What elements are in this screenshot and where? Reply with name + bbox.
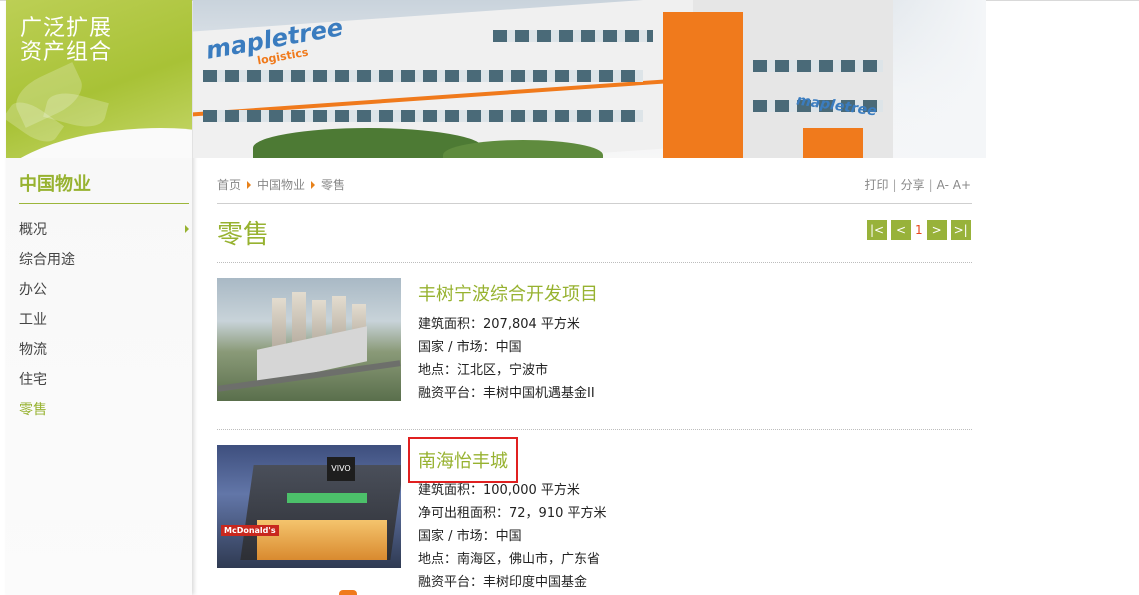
breadcrumb-china-property[interactable]: 中国物业	[257, 178, 305, 192]
detail-location: 地点：江北区，宁波市	[418, 363, 549, 378]
sidebar-item-label: 住宅	[19, 372, 47, 388]
next-thumbnail-peek	[339, 590, 357, 595]
detail-country: 国家 / 市场：中国	[418, 340, 522, 355]
sidebar-item-label: 工业	[19, 312, 47, 328]
header-divider	[217, 203, 972, 204]
breadcrumb-current: 零售	[321, 178, 346, 192]
property-thumbnail[interactable]	[217, 278, 401, 401]
sidebar-item-mixed-use[interactable]: 综合用途	[19, 249, 191, 279]
breadcrumb: 首页 中国物业 零售	[217, 176, 345, 193]
sidebar: 广泛扩展 资产组合 中国物业 概况 综合用途 办公 工业 物流 住宅 零售	[6, 0, 192, 595]
mcdonalds-sign: McDonald's	[221, 525, 279, 536]
last-page-button[interactable]: >|	[950, 219, 971, 240]
detail-gross-floor-area: 建筑面积：207,804 平方米	[418, 317, 580, 332]
detail-platform: 融资平台：丰树中国机遇基金II	[418, 386, 595, 401]
section-divider	[217, 262, 972, 263]
sidebar-item-residential[interactable]: 住宅	[19, 369, 191, 399]
breadcrumb-arrow-icon	[311, 180, 316, 189]
current-page-number: 1	[915, 222, 923, 237]
print-link[interactable]: 打印	[865, 178, 889, 192]
breadcrumb-arrow-icon	[247, 180, 252, 189]
sidebar-item-label: 物流	[19, 342, 47, 358]
first-page-button[interactable]: |<	[867, 219, 887, 240]
window-row	[203, 110, 643, 122]
neon-sign	[287, 493, 367, 503]
sidebar-item-overview[interactable]: 概况	[19, 219, 191, 249]
sidebar-item-label: 综合用途	[19, 252, 75, 268]
sidebar-item-label: 零售	[19, 402, 47, 418]
sidebar-divider	[19, 203, 189, 204]
tower	[272, 298, 286, 348]
sidebar-item-retail[interactable]: 零售	[19, 399, 191, 429]
property-thumbnail[interactable]: VIVO McDonald's	[217, 445, 401, 568]
divider: |	[892, 178, 897, 192]
window-row	[753, 60, 883, 72]
detail-net-lettable-area: 净可出租面积：72，910 平方米	[418, 506, 607, 521]
caret-right-icon	[185, 225, 189, 233]
divider: |	[928, 178, 933, 192]
pagination: |< < 1 > >|	[867, 219, 975, 240]
detail-gross-floor-area: 建筑面积：100,000 平方米	[418, 483, 580, 498]
detail-platform: 融资平台：丰树印度中国基金	[418, 575, 588, 590]
property-details: 建筑面积：100,000 平方米 净可出租面积：72，910 平方米 国家 / …	[418, 479, 607, 594]
tagline-line-1: 广泛扩展	[20, 16, 113, 41]
font-smaller-button[interactable]: A-	[937, 178, 949, 192]
share-link[interactable]: 分享	[901, 178, 925, 192]
sidebar-item-label: 办公	[19, 282, 47, 298]
window-row	[203, 70, 643, 82]
sidebar-item-label: 概况	[19, 222, 47, 238]
orange-facade-2	[803, 128, 863, 158]
sidebar-tagline: 广泛扩展 资产组合	[20, 17, 112, 65]
section-divider	[217, 429, 972, 430]
window-row	[493, 30, 653, 42]
tagline-line-2: 资产组合	[20, 40, 113, 65]
detail-country: 国家 / 市场：中国	[418, 529, 522, 544]
next-page-button[interactable]: >	[926, 219, 947, 240]
sidebar-item-industrial[interactable]: 工业	[19, 309, 191, 339]
property-title[interactable]: 南海怡丰城	[408, 437, 518, 483]
page-title: 零售	[217, 220, 270, 250]
sidebar-item-logistics[interactable]: 物流	[19, 339, 191, 369]
page-tools: 打印 | 分享 | A- A+	[865, 176, 972, 193]
orange-facade	[663, 12, 743, 158]
breadcrumb-home[interactable]: 首页	[217, 178, 241, 192]
detail-location: 地点：南海区，佛山市，广东省	[418, 552, 601, 567]
prev-page-button[interactable]: <	[891, 219, 911, 240]
font-larger-button[interactable]: A+	[953, 178, 971, 192]
hero-banner-image: mapletree logistics mapletree	[193, 0, 986, 158]
sidebar-title[interactable]: 中国物业	[19, 170, 91, 196]
property-title[interactable]: 丰树宁波综合开发项目	[418, 280, 598, 306]
rooftop-sign: VIVO	[327, 457, 355, 481]
sidebar-nav: 概况 综合用途 办公 工业 物流 住宅 零售	[19, 219, 191, 429]
property-details: 建筑面积：207,804 平方米 国家 / 市场：中国 地点：江北区，宁波市 融…	[418, 313, 595, 405]
sidebar-banner: 广泛扩展 资产组合	[6, 0, 192, 158]
sidebar-item-office[interactable]: 办公	[19, 279, 191, 309]
